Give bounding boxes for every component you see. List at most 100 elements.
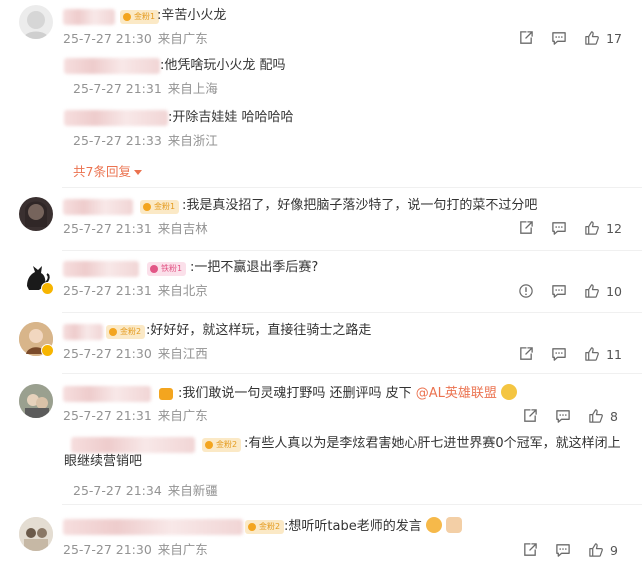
- like-count: 17: [606, 30, 622, 46]
- like-count: 9: [610, 542, 618, 558]
- divider: [62, 250, 642, 251]
- verified-icon: [41, 344, 54, 357]
- reply-text: :有些人真以为是李炫君害她心肝七进世界赛0个冠军，就这样闭上眼继续营销吧: [64, 436, 621, 469]
- comment-text: :辛苦小火龙: [157, 8, 227, 23]
- comment-meta: 25-7-27 21:31 来自北京: [63, 283, 208, 299]
- fan-badge: 金粉2: [245, 520, 285, 534]
- avatar[interactable]: [19, 322, 54, 357]
- like-count: 8: [610, 408, 618, 424]
- more-replies-label: 共7条回复: [73, 164, 131, 179]
- sad-emoji-icon: [500, 384, 517, 400]
- username-blurred[interactable]: [63, 9, 115, 25]
- avatar[interactable]: [19, 5, 53, 39]
- comment-time: 25-7-27 21:30: [63, 31, 152, 46]
- reply-meta: 25-7-27 21:31 来自上海: [73, 81, 218, 97]
- comment-meta: 25-7-27 21:30 来自广东: [63, 542, 208, 558]
- username-blurred[interactable]: [63, 199, 133, 215]
- more-replies-link[interactable]: 共7条回复: [73, 161, 142, 180]
- like-count: 11: [606, 346, 622, 362]
- comment-icon[interactable]: [555, 542, 571, 558]
- username-blurred[interactable]: [63, 386, 151, 402]
- comment-meta: 25-7-27 21:30 来自江西: [63, 346, 208, 362]
- like-count: 10: [606, 283, 622, 299]
- like-icon[interactable]: [588, 408, 604, 424]
- comment-meta: 25-7-27 21:31 来自吉林: [63, 221, 208, 237]
- reply-meta: 25-7-27 21:33 来自浙江: [73, 133, 218, 149]
- username-blurred[interactable]: [63, 261, 139, 277]
- comment-icon[interactable]: [551, 220, 567, 236]
- comment-text: :一把不赢退出季后赛?: [190, 260, 319, 275]
- comment-meta: 25-7-27 21:30 来自广东: [63, 31, 208, 47]
- comment-body: :我们敢说一句灵魂打野吗 还删评吗 皮下: [178, 386, 416, 401]
- mention-link[interactable]: @AL英雄联盟: [416, 386, 497, 401]
- comment-time: 25-7-27 21:31: [63, 283, 152, 298]
- comment-actions: 17: [501, 29, 622, 47]
- divider: [62, 187, 642, 188]
- comment-body: :想听听tabe老师的发言: [284, 519, 422, 534]
- fan-badge: 金粉1: [120, 10, 160, 24]
- divider: [62, 312, 642, 313]
- avatar[interactable]: [19, 260, 54, 295]
- comment-actions: 10: [501, 282, 622, 300]
- fan-badge: 金粉2: [106, 325, 146, 339]
- chevron-down-icon: [133, 170, 142, 175]
- comment-actions: 12: [501, 219, 622, 237]
- comment-text: :好好好，就这样玩，直接往骑士之路走: [146, 323, 372, 338]
- like-icon[interactable]: [584, 283, 600, 299]
- share-icon[interactable]: [522, 408, 538, 424]
- comment-location: 来自广东: [157, 542, 208, 557]
- fan-badge: 铁粉1: [147, 262, 187, 276]
- reply-location: 来自新疆: [167, 483, 218, 498]
- share-icon[interactable]: [518, 346, 534, 362]
- comment-text: :我们敢说一句灵魂打野吗 还删评吗 皮下 @AL英雄联盟: [178, 384, 517, 403]
- username-blurred[interactable]: [63, 519, 243, 535]
- report-icon[interactable]: [518, 283, 534, 299]
- avatar[interactable]: [19, 517, 53, 551]
- comment-location: 来自广东: [157, 31, 208, 46]
- comment-time: 25-7-27 21:30: [63, 542, 152, 557]
- comment-time: 25-7-27 21:31: [63, 408, 152, 423]
- reply-location: 来自上海: [167, 81, 218, 96]
- reply-location: 来自浙江: [167, 133, 218, 148]
- reply-time: 25-7-27 21:34: [73, 483, 162, 498]
- like-count: 12: [606, 220, 622, 236]
- comment-icon[interactable]: [551, 283, 567, 299]
- comment-location: 来自广东: [157, 408, 208, 423]
- verified-icon: [41, 282, 54, 295]
- username-blurred[interactable]: [63, 324, 103, 340]
- like-icon[interactable]: [584, 346, 600, 362]
- share-icon[interactable]: [518, 220, 534, 236]
- ok-hand-icon: [445, 517, 462, 533]
- comment-icon[interactable]: [555, 408, 571, 424]
- comment-time: 25-7-27 21:31: [63, 221, 152, 236]
- comment-icon[interactable]: [551, 30, 567, 46]
- reply-text: :开除吉娃娃 哈哈哈哈: [168, 110, 294, 125]
- divider: [62, 373, 642, 374]
- reply-text: :他凭啥玩小火龙 配吗: [160, 58, 286, 73]
- comment-text: :想听听tabe老师的发言: [284, 517, 462, 536]
- avatar[interactable]: [19, 197, 53, 231]
- reply-time: 25-7-27 21:31: [73, 81, 162, 96]
- like-icon[interactable]: [584, 220, 600, 236]
- username-blurred[interactable]: [64, 110, 168, 126]
- comment-text: :我是真没招了，好像把脑子落沙特了，说一句打的菜不过分吧: [182, 198, 538, 213]
- avatar[interactable]: [19, 384, 53, 418]
- reply-meta: 25-7-27 21:34 来自新疆: [73, 483, 218, 499]
- fan-badge: 金粉1: [140, 200, 180, 214]
- like-icon[interactable]: [584, 30, 600, 46]
- comment-meta: 25-7-27 21:31 来自广东: [63, 408, 208, 424]
- comment-location: 来自吉林: [157, 221, 208, 236]
- fan-icon: [159, 388, 173, 400]
- like-icon[interactable]: [588, 542, 604, 558]
- share-icon[interactable]: [522, 542, 538, 558]
- comment-time: 25-7-27 21:30: [63, 346, 152, 361]
- comment-location: 来自江西: [157, 346, 208, 361]
- divider: [62, 504, 642, 505]
- share-icon[interactable]: [518, 30, 534, 46]
- comment-location: 来自北京: [157, 283, 208, 298]
- comment-icon[interactable]: [551, 346, 567, 362]
- comment-actions: 9: [505, 541, 622, 559]
- username-blurred[interactable]: [64, 58, 160, 74]
- shy-emoji-icon: [425, 517, 442, 533]
- comment-actions: 8: [505, 407, 622, 425]
